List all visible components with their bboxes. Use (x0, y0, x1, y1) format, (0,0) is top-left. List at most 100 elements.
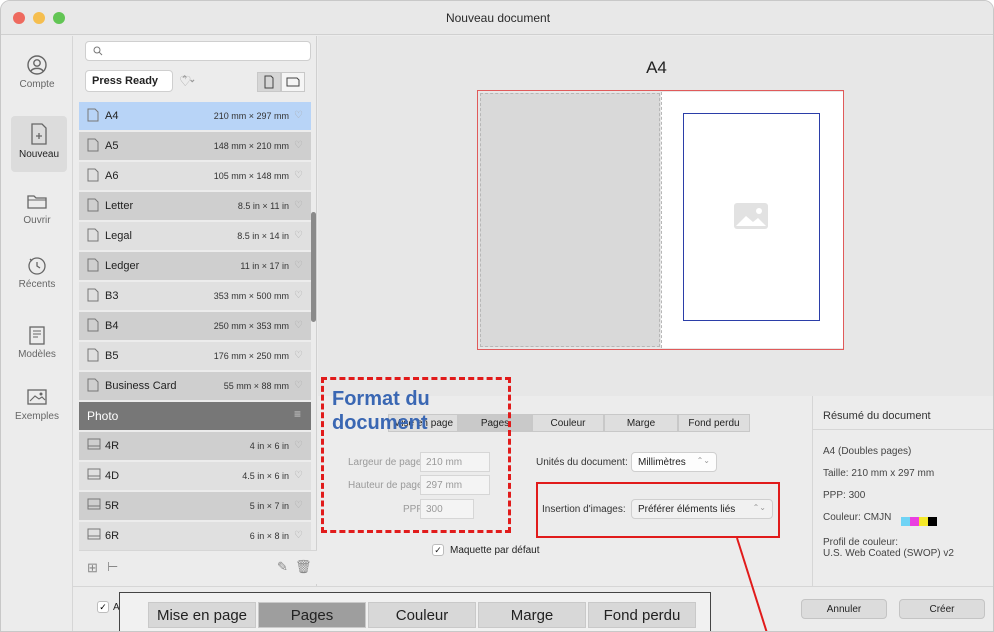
nav-label: Compte (19, 79, 55, 90)
search-icon (93, 46, 103, 56)
preset-size: 4 in × 6 in (249, 441, 289, 451)
nav-item-nouveau[interactable]: Nouveau (11, 116, 67, 172)
add-preset-icon[interactable]: ⊞ (87, 560, 98, 576)
tab-label: Mise en page (156, 607, 248, 624)
nav-item-exemples[interactable]: Exemples (1, 386, 73, 422)
favorite-heart-icon[interactable]: ♡ (294, 500, 303, 511)
preset-row[interactable]: Letter 8.5 in × 11 in ♡ (79, 192, 311, 220)
image-placeholder-icon (734, 203, 768, 229)
default-master-checkbox[interactable]: ✓ (432, 544, 444, 556)
preset-size: 250 mm × 353 mm (213, 321, 289, 331)
favorite-heart-icon[interactable]: ♡ (294, 200, 303, 211)
preset-row[interactable]: Legal 8.5 in × 14 in ♡ (79, 222, 311, 250)
favorite-heart-icon[interactable]: ♡ (179, 73, 192, 90)
category-value: Press Ready (92, 75, 159, 87)
favorite-heart-icon[interactable]: ♡ (294, 140, 303, 151)
favorite-heart-icon[interactable]: ♡ (294, 440, 303, 451)
preset-name: 6R (105, 530, 120, 542)
templates-icon (29, 326, 45, 345)
favorite-heart-icon[interactable]: ♡ (294, 320, 303, 331)
preset-row[interactable]: Ledger 11 in × 17 in ♡ (79, 252, 311, 280)
recent-icon (28, 257, 46, 275)
samples-icon (27, 389, 47, 405)
preset-size: 176 mm × 250 mm (213, 351, 289, 361)
create-button[interactable]: Créer (899, 599, 985, 619)
swatch-yellow (919, 517, 928, 526)
nav-item-modeles[interactable]: Modèles (1, 324, 73, 360)
favorite-heart-icon[interactable]: ♡ (294, 260, 303, 271)
photo-format-icon (87, 438, 101, 450)
search-input[interactable] (85, 41, 311, 61)
tab-fond-perdu[interactable]: Fond perdu (678, 414, 750, 432)
footer-checkbox[interactable]: ✓ (97, 601, 109, 613)
tab-label: Couleur (395, 607, 449, 624)
document-icon-wrap (87, 108, 99, 125)
preset-size: 55 mm × 88 mm (223, 381, 289, 391)
annotation-box-insertion (536, 482, 780, 538)
new-document-window: Nouveau document Compte Nouveau Ouvrir R… (0, 0, 994, 632)
section-header-photo[interactable]: Photo ≡ (79, 402, 311, 430)
favorite-heart-icon[interactable]: ♡ (294, 470, 303, 481)
favorite-heart-icon[interactable]: ♡ (294, 290, 303, 301)
zoom-tab-fond-perdu[interactable]: Fond perdu (588, 602, 696, 628)
preset-row[interactable]: B4 250 mm × 353 mm ♡ (79, 312, 311, 340)
category-select[interactable]: Press Ready ⌃⌄ (85, 70, 196, 92)
preset-size: 210 mm × 297 mm (213, 111, 289, 121)
preset-row[interactable]: A4 210 mm × 297 mm ♡ (79, 102, 311, 130)
cmyk-swatches (901, 513, 937, 531)
document-icon-wrap (87, 198, 99, 215)
summary-profile-value: U.S. Web Coated (SWOP) v2 (823, 548, 954, 559)
add-category-icon[interactable]: ⊢ (107, 559, 118, 575)
preset-row[interactable]: 4R 4 in × 6 in ♡ (79, 432, 311, 460)
zoom-tab-marge[interactable]: Marge (478, 602, 586, 628)
preset-name: B4 (105, 320, 119, 332)
favorite-heart-icon[interactable]: ♡ (294, 350, 303, 361)
units-select[interactable]: Millimètres ⌃⌄ (631, 452, 717, 472)
document-icon (87, 168, 99, 182)
preset-row[interactable]: Business Card 55 mm × 88 mm ♡ (79, 372, 311, 400)
right-page (661, 92, 843, 348)
document-icon-wrap (87, 378, 99, 395)
document-icon (87, 318, 99, 332)
document-icon (87, 108, 99, 122)
tab-label: Marge (626, 418, 656, 429)
preset-row[interactable]: 5R 5 in × 7 in ♡ (79, 492, 311, 520)
summary-format: A4 (Doubles pages) (823, 446, 912, 457)
preset-row[interactable]: 4D 4.5 in × 6 in ♡ (79, 462, 311, 490)
portrait-orientation-button[interactable] (257, 72, 281, 92)
sidebar-nav: Compte Nouveau Ouvrir Récents Modèles Ex… (1, 36, 73, 631)
nav-item-recents[interactable]: Récents (1, 254, 73, 290)
default-master-label: Maquette par défaut (450, 545, 540, 556)
zoom-tab-couleur[interactable]: Couleur (368, 602, 476, 628)
favorite-heart-icon[interactable]: ♡ (294, 530, 303, 541)
trash-icon[interactable]: 🗑 (295, 559, 312, 575)
preset-name: Business Card (105, 380, 177, 392)
preset-row[interactable]: A6 105 mm × 148 mm ♡ (79, 162, 311, 190)
favorite-heart-icon[interactable]: ♡ (294, 380, 303, 391)
favorite-heart-icon[interactable]: ♡ (294, 110, 303, 121)
preset-row[interactable]: 6R 6 in × 8 in ♡ (79, 522, 311, 550)
list-scrollbar[interactable] (311, 212, 316, 322)
preset-size: 6 in × 8 in (249, 531, 289, 541)
units-value: Millimètres (638, 457, 686, 468)
landscape-orientation-button[interactable] (281, 72, 305, 92)
document-icon-wrap (87, 168, 99, 185)
tab-couleur[interactable]: Couleur (532, 414, 604, 432)
document-icon (87, 198, 99, 212)
tab-marge[interactable]: Marge (604, 414, 678, 432)
preset-list: A4 210 mm × 297 mm ♡ A5 148 mm × 210 mm ♡ A6 10… (79, 102, 311, 578)
section-label: Photo (87, 409, 119, 423)
zoom-tab-mise-en-page[interactable]: Mise en page (148, 602, 256, 628)
zoom-tab-pages[interactable]: Pages (258, 602, 366, 628)
edit-icon[interactable]: ✎ (277, 559, 288, 575)
favorite-heart-icon[interactable]: ♡ (294, 170, 303, 181)
cancel-button[interactable]: Annuler (801, 599, 887, 619)
nav-item-ouvrir[interactable]: Ouvrir (1, 190, 73, 226)
nav-item-compte[interactable]: Compte (1, 54, 73, 90)
preset-row[interactable]: B3 353 mm × 500 mm ♡ (79, 282, 311, 310)
document-icon (87, 258, 99, 272)
menu-icon[interactable]: ≡ (294, 407, 301, 421)
preset-row[interactable]: B5 176 mm × 250 mm ♡ (79, 342, 311, 370)
preset-row[interactable]: A5 148 mm × 210 mm ♡ (79, 132, 311, 160)
favorite-heart-icon[interactable]: ♡ (294, 230, 303, 241)
